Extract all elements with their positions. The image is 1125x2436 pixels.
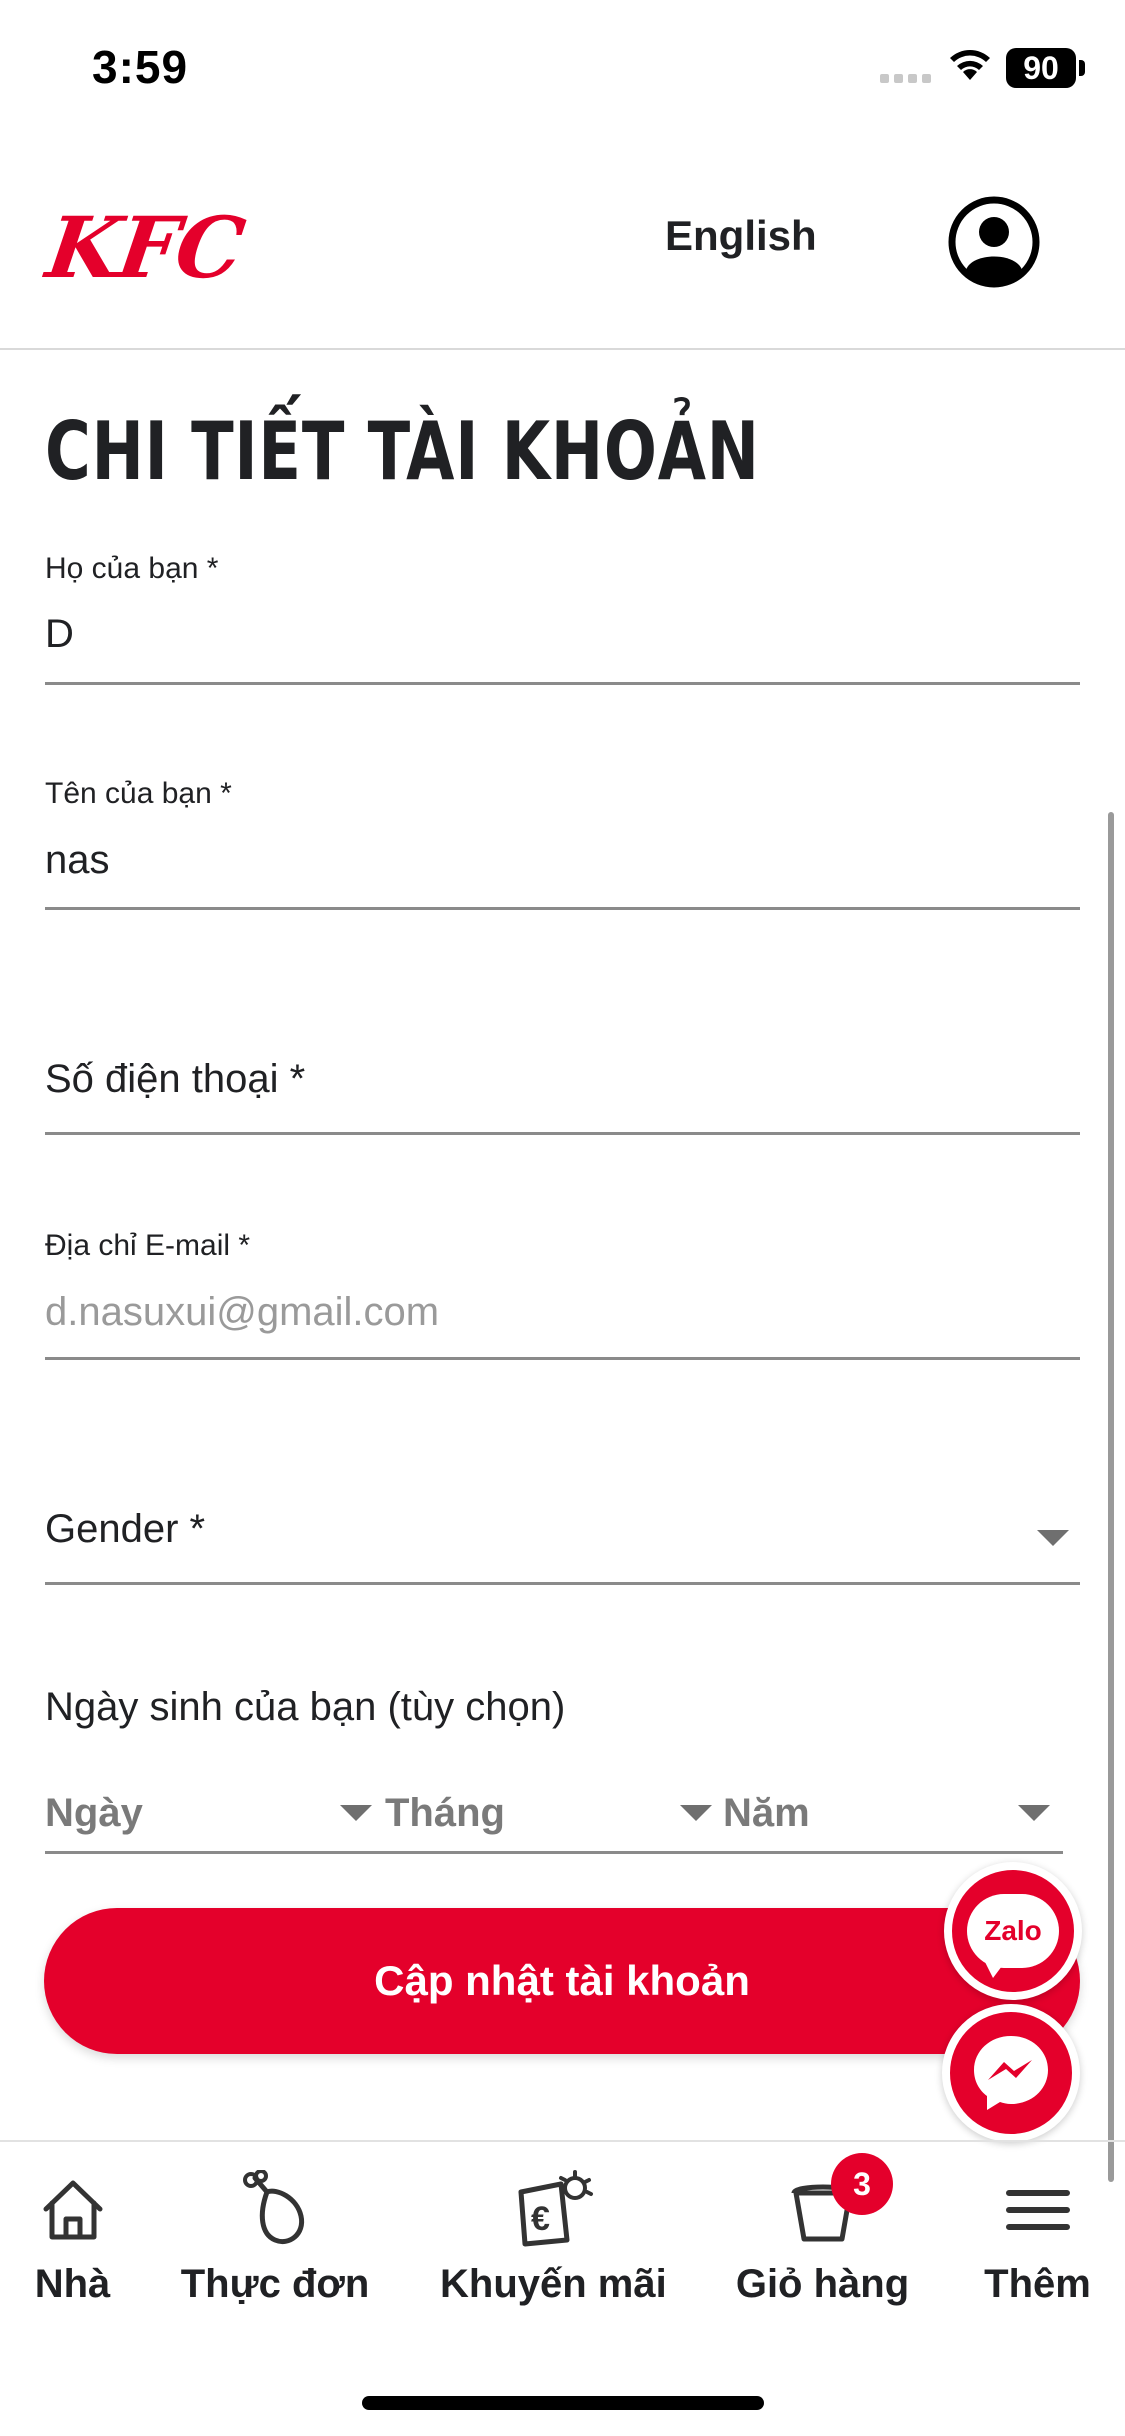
first-name-input[interactable]: nas [45, 838, 110, 883]
first-name-label: Tên của bạn * [45, 777, 232, 810]
promo-tag-icon: € [518, 2170, 593, 2247]
chevron-down-icon [340, 1805, 372, 1821]
nav-label-menu: Thực đơn [180, 2262, 370, 2306]
zalo-chat-button[interactable]: Zalo [944, 1862, 1082, 2000]
wifi-icon [948, 46, 992, 87]
cart-count-badge: 3 [831, 2153, 893, 2215]
dob-month-select[interactable]: Tháng [385, 1791, 505, 1836]
status-time: 3:59 [92, 41, 189, 93]
nav-item-promotions[interactable]: € Khuyến mãi [440, 2170, 667, 2307]
nav-item-home[interactable]: Nhà [25, 2170, 120, 2307]
zalo-bubble-tail [985, 1962, 1005, 1978]
drumstick-icon [243, 2170, 305, 2244]
phone-underline [45, 1132, 1080, 1135]
gender-underline [45, 1582, 1080, 1585]
email-label: Địa chỉ E-mail * [45, 1229, 251, 1262]
messenger-chat-button[interactable] [942, 2004, 1080, 2142]
nav-label-cart: Giỏ hàng [735, 2262, 910, 2306]
home-icon [43, 2180, 102, 2240]
scrollbar[interactable] [1108, 812, 1114, 2182]
last-name-input[interactable]: D [45, 612, 74, 657]
battery-indicator: 90 [1006, 48, 1076, 88]
gender-select[interactable]: Gender * [45, 1507, 205, 1552]
email-underline [45, 1357, 1080, 1360]
dob-year-select[interactable]: Năm [723, 1791, 810, 1836]
dob-underline [45, 1851, 1063, 1854]
nav-label-home: Nhà [34, 2262, 111, 2306]
svg-text:€: € [531, 2200, 550, 2238]
chevron-down-icon [680, 1805, 712, 1821]
kfc-logo[interactable]: KFC [41, 198, 248, 297]
chevron-down-icon [1037, 1530, 1069, 1546]
cellular-signal-icon [880, 70, 936, 88]
nav-label-promotions: Khuyến mãi [440, 2262, 667, 2306]
header-divider [0, 348, 1125, 350]
nav-label-more: Thêm [984, 2262, 1091, 2306]
email-input[interactable]: d.nasuxui@gmail.com [45, 1290, 439, 1335]
battery-tip [1079, 60, 1085, 76]
last-name-underline [45, 682, 1080, 685]
update-account-button[interactable]: Cập nhật tài khoản [44, 1908, 1080, 2054]
profile-button[interactable] [948, 196, 1040, 288]
last-name-label: Họ của bạn * [45, 552, 219, 585]
nav-item-more[interactable]: Thêm [975, 2170, 1100, 2307]
hamburger-menu-icon [1005, 2190, 1070, 2230]
home-indicator[interactable] [362, 2396, 764, 2410]
messenger-icon [974, 2036, 1048, 2110]
nav-item-menu[interactable]: Thực đơn [180, 2170, 370, 2307]
zalo-label: Zalo [984, 1915, 1042, 1946]
phone-input[interactable]: Số điện thoại * [45, 1057, 305, 1102]
language-toggle[interactable]: English [665, 212, 817, 260]
first-name-underline [45, 907, 1080, 910]
page-title: CHI TIẾT TÀI KHOẢN [45, 405, 760, 498]
chevron-down-icon [1018, 1805, 1050, 1821]
user-circle-icon [948, 196, 1040, 288]
dob-day-select[interactable]: Ngày [45, 1791, 143, 1836]
bottom-nav-divider [0, 2140, 1125, 2142]
dob-label: Ngày sinh của bạn (tùy chọn) [45, 1685, 566, 1729]
